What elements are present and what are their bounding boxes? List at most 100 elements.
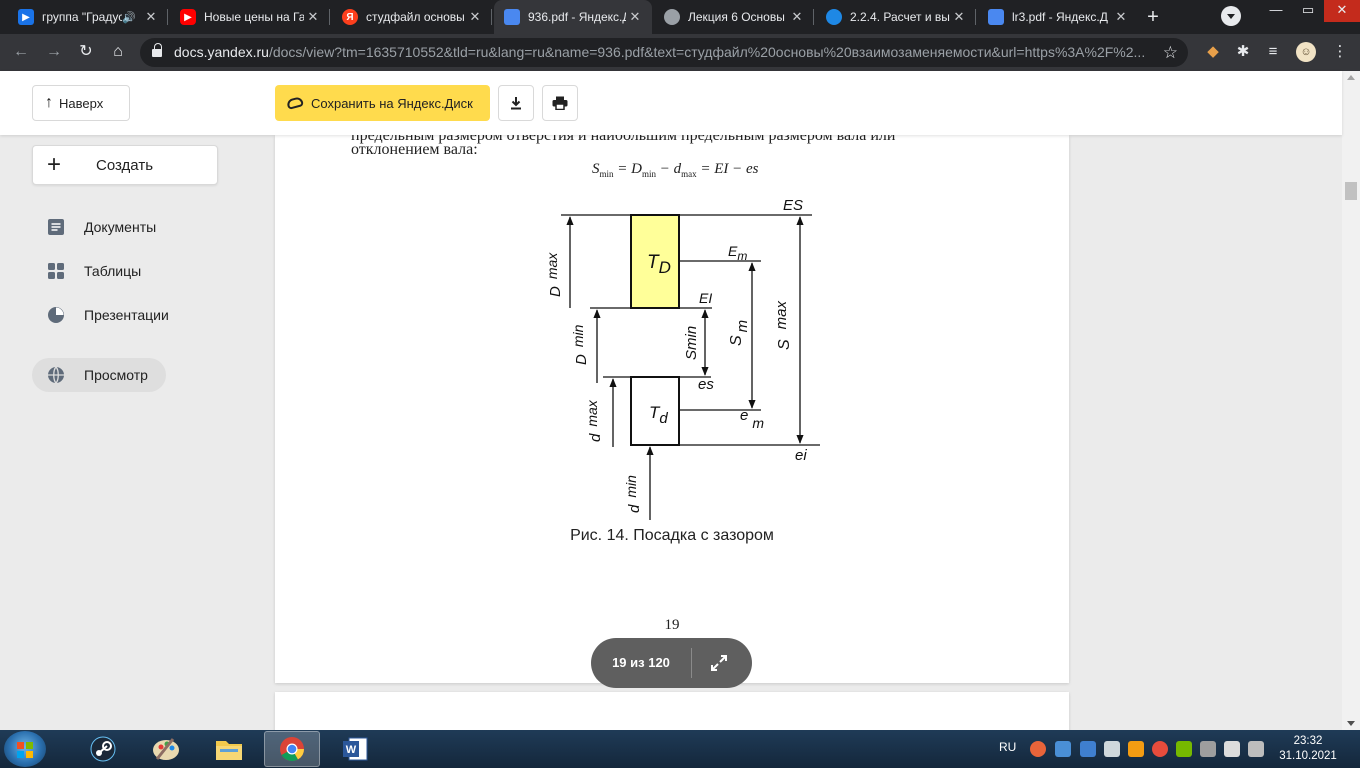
close-tab-icon[interactable]: ✕ <box>304 9 322 25</box>
home-icon[interactable]: ⌂ <box>106 40 130 64</box>
button-label: Создать <box>96 157 154 174</box>
steam-icon[interactable] <box>75 731 131 767</box>
tab-title: 936.pdf - Яндекс.Д <box>528 10 626 24</box>
menu-kebab-icon[interactable]: ⋮ <box>1330 42 1350 62</box>
next-document-page <box>275 692 1069 732</box>
fullscreen-icon[interactable] <box>709 653 729 673</box>
fit-clearance-diagram: TD Td ES EI es ei Em em Dmax Dmin dmax d… <box>544 197 820 520</box>
tray-app-icon[interactable] <box>1080 741 1096 757</box>
sidebar-item-label: Документы <box>84 219 157 235</box>
es-label: ES <box>783 197 803 214</box>
reload-icon[interactable]: ↻ <box>74 40 98 64</box>
back-icon[interactable]: ← <box>9 40 33 64</box>
extensions-puzzle-icon[interactable]: ✱ <box>1233 42 1253 62</box>
system-clock[interactable]: 23:32 31.10.2021 <box>1268 734 1348 764</box>
browser-tab[interactable]: Я студфайл основы ✕ <box>332 0 492 34</box>
page-counter-text[interactable]: 19 из 120 <box>591 655 691 670</box>
button-label: Сохранить на Яндекс.Диск <box>311 95 473 111</box>
tab-search-icon[interactable] <box>1221 6 1241 26</box>
clock-date: 31.10.2021 <box>1279 750 1337 762</box>
start-button[interactable] <box>4 731 46 767</box>
yandex-docs-icon <box>504 9 520 25</box>
figure-caption: Рис. 14. Посадка с зазором <box>570 527 774 544</box>
network-icon[interactable] <box>1248 741 1264 757</box>
extension-icon[interactable]: ◆ <box>1203 42 1223 62</box>
lock-icon <box>152 43 162 58</box>
close-tab-icon[interactable]: ✕ <box>466 9 484 25</box>
profile-avatar-icon[interactable]: ☺ <box>1296 42 1316 62</box>
download-button[interactable] <box>498 85 534 121</box>
windows-taskbar: W RU 23:32 31.10.2021 <box>0 730 1360 768</box>
dmax-hole-label: Dmax <box>544 252 564 297</box>
file-explorer-icon[interactable] <box>201 731 257 767</box>
save-to-disk-button[interactable]: Сохранить на Яндекс.Диск <box>275 85 490 121</box>
browser-tab[interactable]: ▶ Новые цены на Га ✕ <box>170 0 330 34</box>
tab-title: Лекция 6 Основы <box>688 10 785 24</box>
print-icon <box>552 96 568 110</box>
language-indicator[interactable]: RU <box>999 740 1016 754</box>
download-icon <box>511 97 521 110</box>
page-number: 19 <box>664 617 680 633</box>
browser-tab-active[interactable]: 936.pdf - Яндекс.Д ✕ <box>494 0 652 34</box>
create-button[interactable]: + Создать <box>32 145 218 185</box>
tray-app-icon[interactable] <box>1030 741 1046 757</box>
tray-app-icon[interactable] <box>1055 741 1071 757</box>
scroll-thumb[interactable] <box>1345 182 1357 200</box>
tray-app-icon[interactable] <box>1128 741 1144 757</box>
print-button[interactable] <box>542 85 578 121</box>
globe-icon <box>46 365 66 385</box>
vertical-scrollbar[interactable] <box>1342 71 1360 730</box>
smax-label: Smax <box>773 300 793 350</box>
clock-time: 23:32 <box>1293 735 1323 747</box>
close-tab-icon[interactable]: ✕ <box>788 9 806 25</box>
browser-tab[interactable]: 2.2.4. Расчет и вы ✕ <box>816 0 976 34</box>
minimize-button[interactable]: — <box>1260 0 1292 22</box>
scroll-down-icon[interactable] <box>1347 721 1355 726</box>
es-shaft-label: es <box>698 376 714 393</box>
tab-title: Новые цены на Га <box>204 10 304 24</box>
presentations-icon <box>46 305 66 325</box>
tray-app-icon[interactable] <box>1152 741 1168 757</box>
document-page: предельным размером отверстия и наибольш… <box>275 135 1069 683</box>
volume-muted-icon[interactable] <box>1200 741 1216 757</box>
close-tab-icon[interactable]: ✕ <box>142 9 160 25</box>
sidebar-item-documents[interactable]: Документы <box>32 210 232 244</box>
browser-tab[interactable]: Лекция 6 Основы ✕ <box>654 0 814 34</box>
tab-title: lr3.pdf - Яндекс.Д <box>1012 10 1108 24</box>
address-bar[interactable]: docs.yandex.ru/docs/view?tm=1635710552&t… <box>140 38 1188 67</box>
close-tab-icon[interactable]: ✕ <box>1112 9 1130 25</box>
close-tab-icon[interactable]: ✕ <box>950 9 968 25</box>
smin-label: Smin <box>683 326 700 360</box>
forward-icon[interactable]: → <box>42 40 66 64</box>
word-icon[interactable]: W <box>327 731 383 767</box>
dmin-shaft-label: dmin <box>623 475 643 513</box>
play-icon: ▶ <box>18 9 34 25</box>
sidebar-item-tables[interactable]: Таблицы <box>32 254 232 288</box>
dmax-shaft-label: dmax <box>584 399 604 442</box>
close-window-button[interactable]: ✕ <box>1324 0 1360 22</box>
sidebar-item-presentations[interactable]: Презентации <box>32 298 232 332</box>
close-tab-icon[interactable]: ✕ <box>626 9 644 25</box>
viewer-header: ↑ Наверх Сохранить на Яндекс.Диск <box>0 71 1342 135</box>
browser-tab[interactable]: ▶ группа "Градус 🔊 ✕ <box>8 0 168 34</box>
tray-app-icon[interactable] <box>1104 741 1120 757</box>
sm-label: Sm <box>728 320 751 346</box>
action-center-icon[interactable] <box>1224 741 1240 757</box>
bookmark-star-icon[interactable]: ☆ <box>1163 38 1178 67</box>
url-text[interactable]: docs.yandex.ru/docs/view?tm=1635710552&t… <box>174 38 1154 67</box>
browser-tab[interactable]: lr3.pdf - Яндекс.Д ✕ <box>978 0 1138 34</box>
button-label: Наверх <box>59 95 104 111</box>
nvidia-icon[interactable] <box>1176 741 1192 757</box>
chrome-icon[interactable] <box>264 731 320 767</box>
sidebar-item-viewer[interactable]: Просмотр <box>32 358 166 392</box>
paint-icon[interactable] <box>138 731 194 767</box>
yandex-docs-icon <box>988 9 1004 25</box>
audio-icon[interactable]: 🔊 <box>122 11 136 24</box>
media-icon[interactable]: ≡ <box>1263 42 1283 62</box>
scroll-up-icon[interactable] <box>1347 75 1355 80</box>
globe-icon <box>664 9 680 25</box>
scroll-to-top-button[interactable]: ↑ Наверх <box>32 85 130 121</box>
maximize-button[interactable]: ▭ <box>1292 0 1324 22</box>
new-tab-button[interactable]: + <box>1142 7 1164 29</box>
browser-toolbar: ← → ↻ ⌂ docs.yandex.ru/docs/view?tm=1635… <box>0 34 1360 71</box>
